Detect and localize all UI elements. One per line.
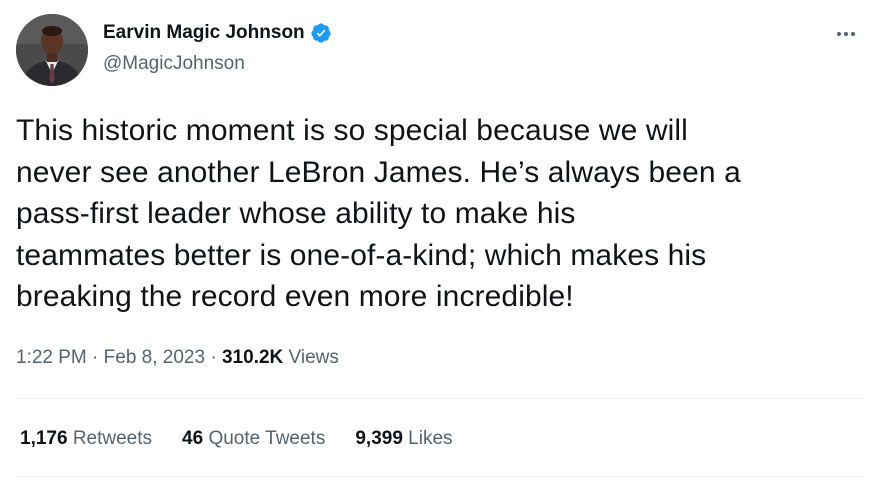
tweet-time[interactable]: 1:22 PM (16, 347, 87, 368)
likes-count: 9,399 (355, 428, 403, 449)
tweet-stats: 1,176 Retweets 46 Quote Tweets 9,399 Lik… (20, 426, 483, 452)
likes-stat[interactable]: 9,399 Likes (355, 426, 452, 452)
author-display-name[interactable]: Earvin Magic Johnson (103, 21, 305, 45)
verified-badge-icon[interactable] (310, 22, 332, 44)
tweet-meta: 1:22 PM · Feb 8, 2023 · 310.2K Views (16, 345, 339, 371)
tweet-date[interactable]: Feb 8, 2023 (104, 347, 205, 368)
meta-separator: · (205, 347, 222, 368)
views-count: 310.2K (221, 347, 284, 368)
quote-tweets-count: 46 (182, 428, 204, 449)
tweet-text-line: pass-first leader whose ability to make … (16, 197, 576, 230)
divider (16, 398, 864, 399)
retweets-label: Retweets (67, 428, 153, 449)
views-label: Views (283, 347, 339, 368)
tweet-text-line: breaking the record even more incredible… (16, 280, 574, 313)
avatar[interactable] (16, 14, 88, 86)
retweets-stat[interactable]: 1,176 Retweets (20, 426, 152, 452)
tweet-text: This historic moment is so special becau… (16, 110, 868, 318)
quote-tweets-label: Quote Tweets (203, 428, 326, 449)
likes-label: Likes (402, 428, 453, 449)
tweet-text-line: This historic moment is so special becau… (16, 114, 688, 147)
author-handle[interactable]: @MagicJohnson (103, 52, 245, 76)
tweet-text-line: never see another LeBron James. He’s alw… (16, 155, 741, 189)
tweet-text-line: teammates better is one-of-a-kind; which… (16, 238, 707, 272)
quote-tweets-stat[interactable]: 46 Quote Tweets (182, 426, 325, 452)
meta-separator: · (86, 347, 104, 368)
more-horizontal-icon[interactable] (832, 22, 860, 46)
divider (16, 476, 864, 477)
retweets-count: 1,176 (20, 428, 68, 449)
author-name-row[interactable]: Earvin Magic Johnson (103, 21, 332, 45)
